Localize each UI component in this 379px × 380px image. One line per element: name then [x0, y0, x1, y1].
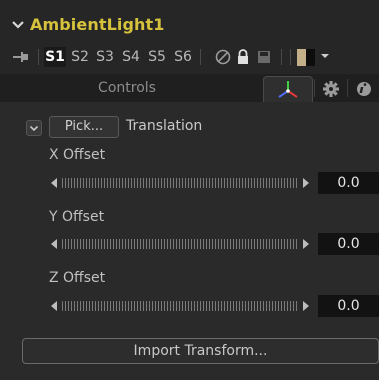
- pin-icon[interactable]: [12, 50, 30, 64]
- arrow-right-icon[interactable]: [301, 300, 311, 312]
- x-offset-value[interactable]: 0.0: [318, 172, 379, 194]
- tab-controls[interactable]: Controls: [0, 74, 254, 102]
- inspector-tabs: Controls: [0, 74, 379, 103]
- chevron-down-icon[interactable]: [10, 17, 26, 33]
- pick-button[interactable]: Pick...: [49, 116, 119, 138]
- y-offset-value[interactable]: 0.0: [318, 233, 379, 255]
- controls-content: Pick... Translation X Offset 0.0 Y Offse…: [0, 102, 379, 380]
- separator: [281, 49, 282, 65]
- separator: [290, 49, 291, 65]
- arrow-left-icon[interactable]: [49, 238, 59, 250]
- 3d-axis-icon: [278, 81, 298, 98]
- version-slot-s6[interactable]: S6: [172, 47, 194, 67]
- separator: [314, 79, 315, 97]
- gear-icon[interactable]: [316, 77, 346, 101]
- separator: [38, 49, 39, 65]
- node-title: AmbientLight1: [30, 15, 165, 34]
- arrow-left-icon[interactable]: [49, 300, 59, 312]
- version-slot-s4[interactable]: S4: [120, 47, 142, 67]
- z-offset-value[interactable]: 0.0: [318, 295, 379, 317]
- version-slot-s1[interactable]: S1: [44, 47, 66, 67]
- y-offset-label: Y Offset: [49, 209, 105, 225]
- lock-icon[interactable]: [234, 48, 252, 66]
- inspector-panel: AmbientLight1 S1 S2 S3 S4 S5 S6 Controls…: [0, 0, 379, 380]
- info-icon[interactable]: [349, 77, 379, 101]
- arrow-right-icon[interactable]: [301, 238, 311, 250]
- y-offset-slider[interactable]: [49, 238, 311, 250]
- separator: [347, 79, 348, 97]
- version-slot-s2[interactable]: S2: [69, 47, 91, 67]
- node-header[interactable]: AmbientLight1: [0, 13, 379, 39]
- slider-track[interactable]: [62, 178, 298, 188]
- arrow-right-icon[interactable]: [301, 177, 311, 189]
- color-swatch-icon[interactable]: [297, 49, 315, 66]
- z-offset-label: Z Offset: [49, 270, 106, 286]
- version-slot-s3[interactable]: S3: [94, 47, 116, 67]
- group-label-translation: Translation: [126, 118, 203, 134]
- disable-icon[interactable]: [214, 48, 232, 66]
- x-offset-label: X Offset: [49, 147, 106, 163]
- chevron-down-icon: [29, 125, 39, 132]
- z-offset-slider[interactable]: [49, 300, 311, 312]
- arrow-left-icon[interactable]: [49, 177, 59, 189]
- slider-track[interactable]: [62, 301, 298, 311]
- save-icon[interactable]: [255, 48, 273, 66]
- slider-track[interactable]: [62, 239, 298, 249]
- separator: [200, 49, 201, 65]
- x-offset-slider[interactable]: [49, 177, 311, 189]
- group-collapse-button[interactable]: [26, 120, 42, 136]
- dropdown-arrow-icon[interactable]: [320, 52, 330, 60]
- version-slot-s5[interactable]: S5: [146, 47, 168, 67]
- import-transform-button[interactable]: Import Transform...: [22, 338, 379, 364]
- tab-3d-transform[interactable]: [263, 76, 313, 103]
- version-toolbar: S1 S2 S3 S4 S5 S6: [0, 44, 379, 70]
